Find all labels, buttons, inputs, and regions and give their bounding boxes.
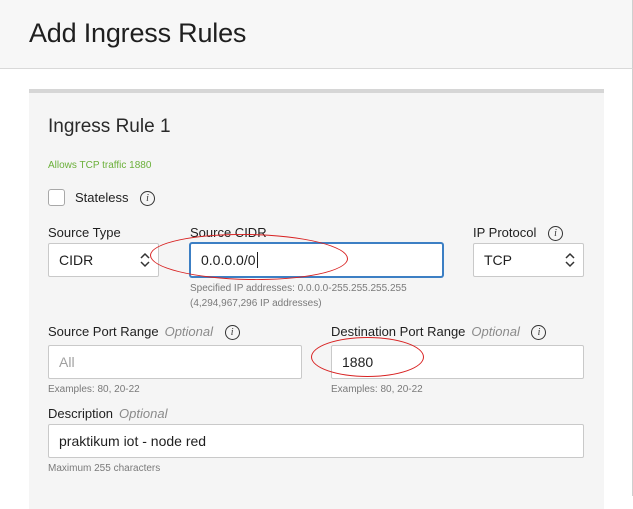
destination-port-note: Examples: 80, 20-22	[331, 384, 423, 395]
description-label: Description	[48, 406, 114, 421]
ingress-rule-card: Ingress Rule 1 Allows TCP traffic 1880 S…	[29, 89, 604, 509]
info-icon[interactable]: i	[531, 325, 547, 341]
dialog-header: Add Ingress Rules	[0, 0, 633, 69]
source-port-note: Examples: 80, 20-22	[48, 384, 140, 395]
destination-port-label-row: Destination Port Range Optional i	[331, 324, 547, 341]
ip-protocol-value: TCP	[484, 252, 512, 268]
source-cidr-value: 0.0.0.0/0	[201, 252, 256, 268]
destination-port-label: Destination Port Range	[331, 324, 466, 339]
rule-title: Ingress Rule 1	[48, 116, 171, 137]
rule-summary: Allows TCP traffic 1880	[48, 160, 152, 171]
select-arrows-icon	[140, 252, 150, 268]
source-port-input[interactable]: All	[48, 345, 302, 379]
source-cidr-note-line2: (4,294,967,296 IP addresses)	[190, 298, 322, 309]
text-cursor	[256, 252, 258, 268]
dialog-body: Ingress Rule 1 Allows TCP traffic 1880 S…	[0, 69, 633, 509]
description-input[interactable]: praktikum iot - node red	[48, 424, 584, 458]
description-value: praktikum iot - node red	[59, 433, 207, 449]
description-note: Maximum 255 characters	[48, 463, 161, 474]
source-cidr-label: Source CIDR	[190, 225, 267, 240]
stateless-label: Stateless	[75, 190, 129, 205]
description-optional: Optional	[119, 406, 168, 421]
destination-port-input[interactable]: 1880	[331, 345, 584, 379]
source-type-value: CIDR	[59, 252, 94, 268]
ip-protocol-select[interactable]: TCP	[473, 243, 584, 277]
description-label-row: Description Optional	[48, 406, 167, 421]
info-icon[interactable]: i	[547, 226, 563, 242]
ip-protocol-label-row: IP Protocol i	[473, 225, 563, 242]
source-cidr-note: Specified IP addresses: 0.0.0.0-255.255.…	[190, 281, 407, 311]
stateless-info: i	[132, 190, 155, 208]
source-type-select[interactable]: CIDR	[48, 243, 159, 277]
source-cidr-note-line1: Specified IP addresses: 0.0.0.0-255.255.…	[190, 283, 407, 294]
destination-port-value: 1880	[342, 354, 374, 370]
select-arrows-icon	[565, 252, 575, 268]
stateless-checkbox[interactable]	[48, 189, 65, 206]
source-cidr-input[interactable]: 0.0.0.0/0	[190, 243, 443, 277]
info-icon[interactable]: i	[140, 191, 155, 207]
source-type-label: Source Type	[48, 225, 121, 240]
ip-protocol-label: IP Protocol	[473, 225, 537, 240]
source-port-label: Source Port Range	[48, 324, 159, 339]
source-port-optional: Optional	[164, 324, 213, 339]
info-icon[interactable]: i	[224, 325, 240, 341]
source-port-placeholder: All	[59, 354, 75, 370]
destination-port-optional: Optional	[471, 324, 520, 339]
dialog-title: Add Ingress Rules	[29, 18, 247, 48]
source-port-label-row: Source Port Range Optional i	[48, 324, 240, 341]
